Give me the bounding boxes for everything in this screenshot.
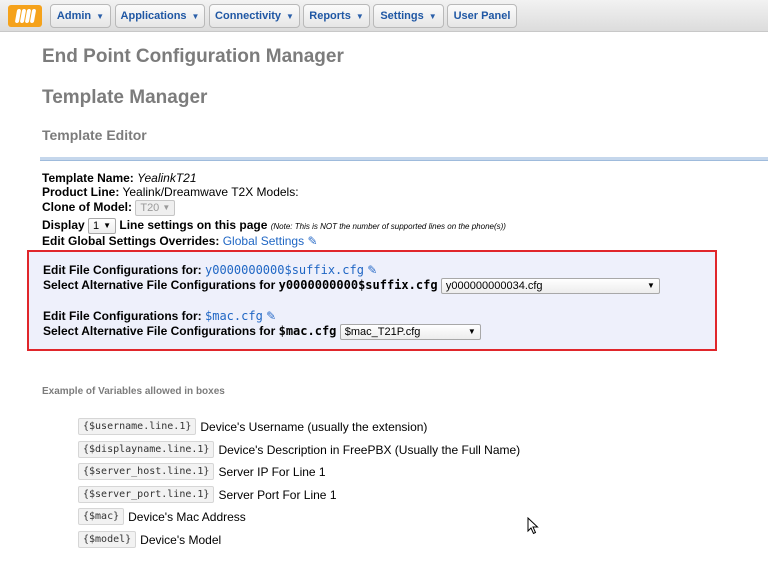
pencil-icon[interactable]: ✎ xyxy=(266,309,276,324)
variable-code: {$model} xyxy=(78,531,137,548)
chevron-down-icon: ▼ xyxy=(162,203,171,212)
variable-desc: Device's Username (usually the extension… xyxy=(200,419,428,434)
clone-model-label: Clone of Model: xyxy=(42,200,132,215)
variable-code: {$server_host.line.1} xyxy=(78,463,215,480)
chevron-down-icon: ▼ xyxy=(428,11,437,21)
template-name-row: Template Name: YealinkT21 xyxy=(42,171,197,186)
mouse-cursor-icon xyxy=(527,517,539,535)
alt-file-row-1: Select Alternative File Configurations f… xyxy=(43,278,660,294)
page-subtitle: Template Manager xyxy=(42,87,208,108)
alt-file-select[interactable]: y000000000034.cfg ▼ xyxy=(440,278,660,294)
alt-file-selected: $mac_T21P.cfg xyxy=(344,326,421,338)
global-settings-label: Edit Global Settings Overrides: xyxy=(42,234,220,248)
file-config-panel: Edit File Configurations for: y000000000… xyxy=(27,250,717,351)
alt-file-row-2: Select Alternative File Configurations f… xyxy=(43,324,481,340)
nav-settings[interactable]: Settings ▼ xyxy=(373,4,444,28)
variable-desc: Device's Mac Address xyxy=(128,509,246,524)
display-lines-row: Display 1 ▼ Line settings on this page (… xyxy=(42,218,506,234)
alt-file-select[interactable]: $mac_T21P.cfg ▼ xyxy=(339,324,481,340)
chevron-down-icon: ▼ xyxy=(103,221,112,230)
edit-file-link[interactable]: y0000000000$suffix.cfg xyxy=(205,263,364,277)
list-item: {$model} Device's Model xyxy=(78,531,221,548)
section-title: Template Editor xyxy=(42,127,147,143)
display-suffix: Line settings on this page xyxy=(119,218,268,233)
alt-file-label: Select Alternative File Configurations f… xyxy=(43,324,276,339)
clone-model-select[interactable]: T20 ▼ xyxy=(135,200,176,216)
list-item: {$displayname.line.1} Device's Descripti… xyxy=(78,441,520,458)
pencil-icon[interactable]: ✎ xyxy=(307,234,317,249)
edit-file-row-2: Edit File Configurations for: $mac.cfg ✎ xyxy=(43,309,276,324)
nav-settings-label: Settings xyxy=(380,10,424,22)
display-note: (Note: This is NOT the number of support… xyxy=(270,222,506,232)
variable-code: {$displayname.line.1} xyxy=(78,441,215,458)
variable-code: {$server_port.line.1} xyxy=(78,486,215,503)
variable-code: {$mac} xyxy=(78,508,125,525)
list-item: {$username.line.1} Device's Username (us… xyxy=(78,418,427,435)
template-name-label: Template Name: xyxy=(42,171,134,185)
nav-user-panel[interactable]: User Panel xyxy=(447,4,517,28)
chevron-down-icon: ▼ xyxy=(467,327,476,336)
variable-desc: Device's Description in FreePBX (Usually… xyxy=(218,442,521,457)
nav-reports-label: Reports xyxy=(309,10,351,22)
list-item: {$server_host.line.1} Server IP For Line… xyxy=(78,463,326,480)
alt-file-name: y0000000000$suffix.cfg xyxy=(278,278,438,293)
display-label: Display xyxy=(42,218,85,233)
variables-title: Example of Variables allowed in boxes xyxy=(42,386,225,397)
product-line-label: Product Line: xyxy=(42,185,120,199)
nav-admin[interactable]: Admin ▼ xyxy=(50,4,111,28)
nav-connectivity-label: Connectivity xyxy=(215,10,282,22)
display-lines-select[interactable]: 1 ▼ xyxy=(88,218,117,234)
edit-file-link[interactable]: $mac.cfg xyxy=(205,309,263,323)
alt-file-name: $mac.cfg xyxy=(278,324,337,339)
variable-desc: Server Port For Line 1 xyxy=(218,487,337,502)
pencil-icon[interactable]: ✎ xyxy=(367,263,377,278)
top-nav-bar: Admin ▼ Applications ▼ Connectivity ▼ Re… xyxy=(0,0,768,32)
nav-connectivity[interactable]: Connectivity ▼ xyxy=(209,4,300,28)
chevron-down-icon: ▼ xyxy=(286,11,294,21)
clone-model-value: T20 xyxy=(140,202,160,214)
chevron-down-icon: ▼ xyxy=(96,11,105,21)
page-title: End Point Configuration Manager xyxy=(42,46,344,67)
variable-desc: Device's Model xyxy=(140,532,222,547)
product-line-row: Product Line: Yealink/Dreamwave T2X Mode… xyxy=(42,185,299,200)
list-item: {$mac} Device's Mac Address xyxy=(78,508,246,525)
nav-admin-label: Admin xyxy=(56,10,92,22)
product-line-value: Yealink/Dreamwave T2X Models: xyxy=(122,185,299,199)
nav-user-panel-label: User Panel xyxy=(453,10,511,22)
edit-file-label: Edit File Configurations for: xyxy=(43,263,202,277)
edit-file-label: Edit File Configurations for: xyxy=(43,309,202,323)
chevron-down-icon: ▼ xyxy=(646,281,655,290)
global-settings-link[interactable]: Global Settings xyxy=(223,234,304,248)
alt-file-selected: y000000000034.cfg xyxy=(445,280,543,292)
list-item: {$server_port.line.1} Server Port For Li… xyxy=(78,486,337,503)
display-lines-value: 1 xyxy=(93,220,100,232)
variable-code: {$username.line.1} xyxy=(78,418,197,435)
variable-desc: Server IP For Line 1 xyxy=(218,464,326,479)
nav-applications-label: Applications xyxy=(120,10,187,22)
nav-applications[interactable]: Applications ▼ xyxy=(115,4,205,28)
alt-file-label: Select Alternative File Configurations f… xyxy=(43,278,276,293)
template-name-value: YealinkT21 xyxy=(137,171,197,185)
chevron-down-icon: ▼ xyxy=(355,11,364,21)
chevron-down-icon: ▼ xyxy=(191,11,200,21)
edit-file-row-1: Edit File Configurations for: y000000000… xyxy=(43,263,377,278)
freepbx-logo-icon[interactable] xyxy=(8,5,42,27)
global-settings-row: Edit Global Settings Overrides: Global S… xyxy=(42,234,318,249)
clone-model-row: Clone of Model: T20 ▼ xyxy=(42,200,176,216)
nav-reports[interactable]: Reports ▼ xyxy=(303,4,370,28)
section-divider xyxy=(40,157,768,161)
